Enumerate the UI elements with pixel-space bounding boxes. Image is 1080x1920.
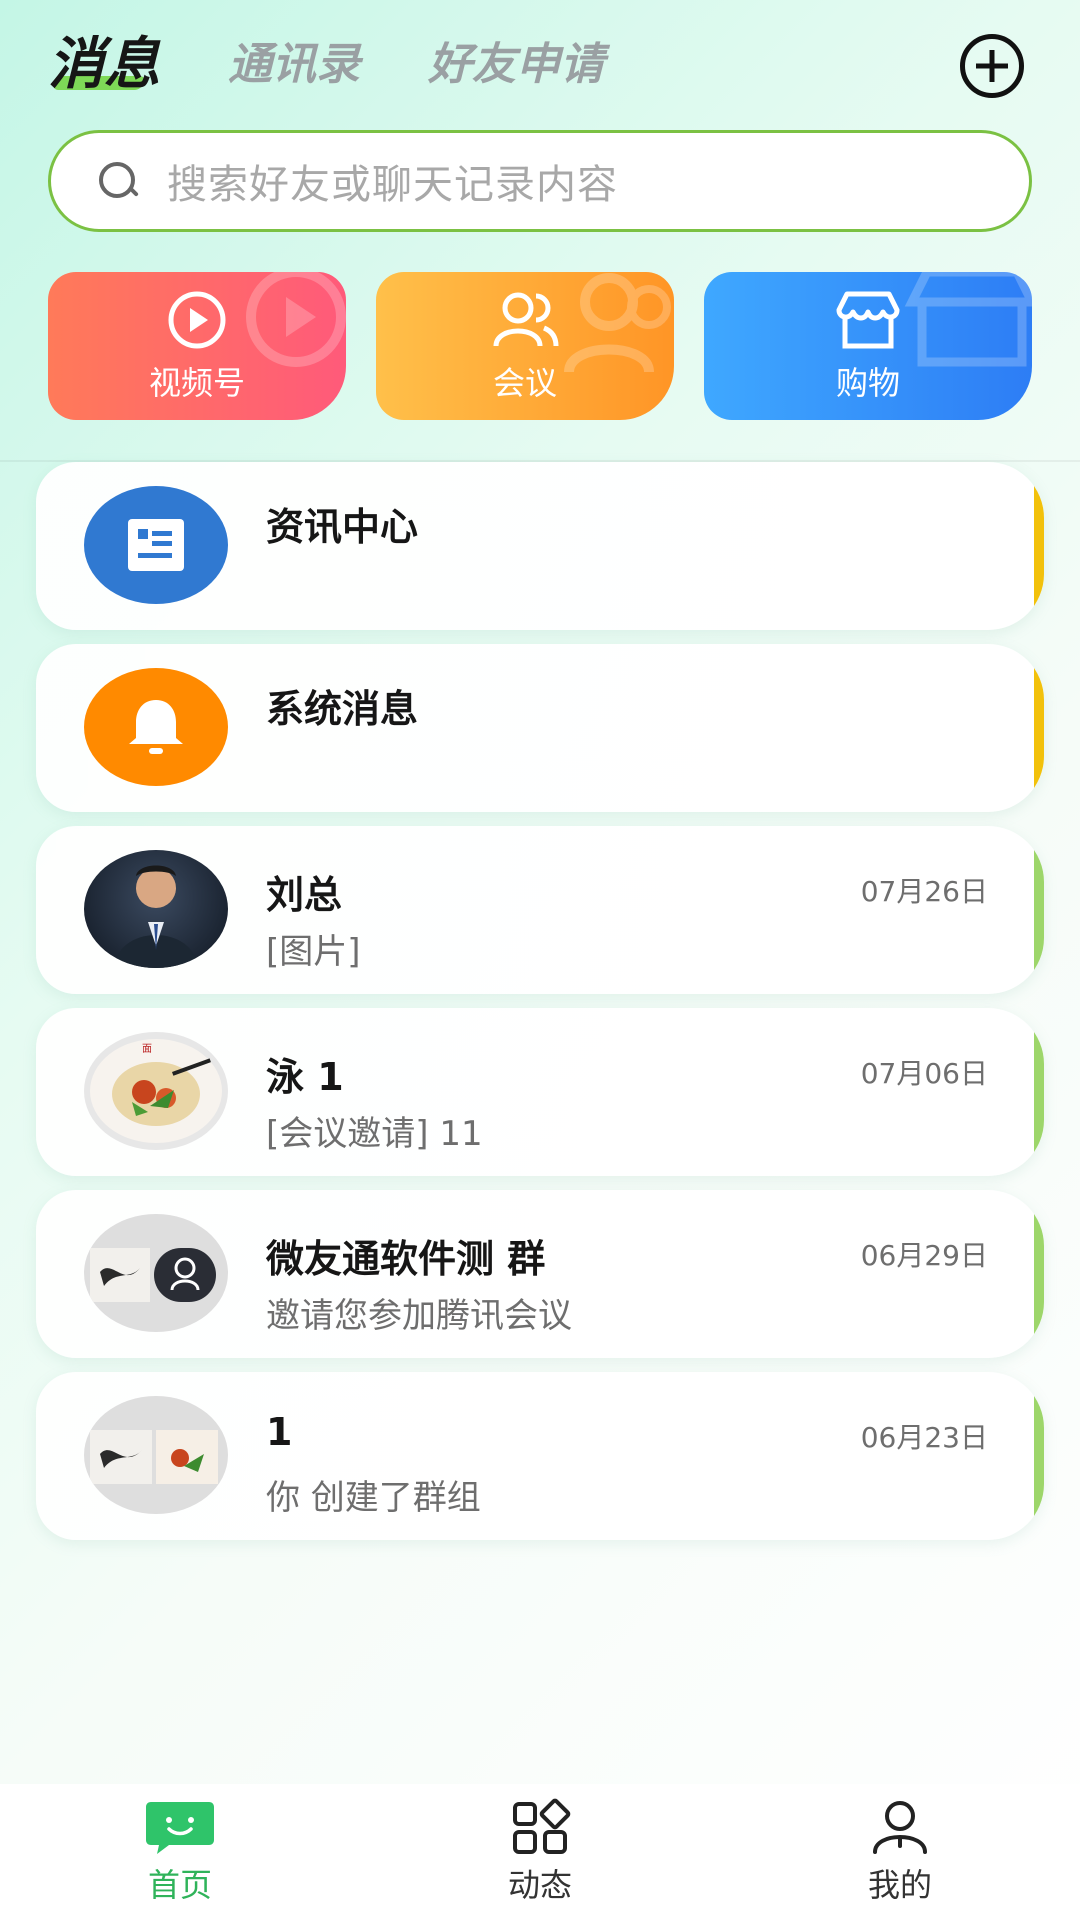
conversation-name: 系统消息 <box>266 687 419 731</box>
list-item[interactable]: 刘总 [图片] 07月26日 <box>36 826 1044 994</box>
search-bar[interactable]: 搜索好友或聊天记录内容 <box>48 130 1032 232</box>
conversation-name: 微友通软件测 群 <box>266 1237 546 1281</box>
list-item[interactable]: 面 泳 1 [会议邀请] 11 07月06日 <box>36 1008 1044 1176</box>
conversation-time: 06月23日 <box>860 1421 988 1454</box>
conversation-preview: 你 创建了群组 <box>266 1478 481 1518</box>
conversation-preview: [会议邀请] 11 <box>266 1114 483 1154</box>
svg-text:面: 面 <box>142 1044 152 1055</box>
bell-icon <box>84 668 228 786</box>
group-photo <box>84 1396 228 1514</box>
play-icon <box>168 291 226 349</box>
list-item[interactable]: 资讯中心 <box>36 462 1044 630</box>
nav-home[interactable]: 首页 <box>0 1784 360 1920</box>
list-item[interactable]: 微友通软件测 群 邀请您参加腾讯会议 06月29日 <box>36 1190 1044 1358</box>
video-channel-label: 视频号 <box>148 364 245 402</box>
tab-contacts[interactable]: 通讯录 <box>228 30 360 100</box>
header-tabs: 消息 通讯录 好友申请 <box>48 30 672 100</box>
conversation-time: 07月06日 <box>860 1057 988 1090</box>
nav-home-label: 首页 <box>147 1866 212 1904</box>
apps-icon <box>513 1798 571 1854</box>
conversation-list: 资讯中心 系统消息 刘总 [图片] 07月26日 面 泳 1 [会议邀请] 11… <box>36 462 1044 1554</box>
nav-profile-label: 我的 <box>867 1866 932 1904</box>
tab-messages[interactable]: 消息 <box>48 30 160 100</box>
conversation-name: 刘总 <box>266 873 343 917</box>
users-icon <box>493 292 559 347</box>
shopping-button[interactable]: 购物 <box>704 272 1032 420</box>
bottom-nav: 首页 动态 我的 <box>0 1784 1080 1920</box>
conversation-name: 1 <box>266 1410 293 1454</box>
conversation-name: 泳 1 <box>266 1055 344 1099</box>
nav-profile[interactable]: 我的 <box>720 1784 1080 1920</box>
meeting-label: 会议 <box>492 364 557 402</box>
person-photo <box>84 850 228 968</box>
nav-feed[interactable]: 动态 <box>360 1784 720 1920</box>
chat-icon <box>146 1802 214 1854</box>
store-icon <box>836 291 900 349</box>
conversation-time: 07月26日 <box>860 875 988 908</box>
search-icon <box>99 162 137 200</box>
list-item[interactable]: 系统消息 <box>36 644 1044 812</box>
conversation-time: 06月29日 <box>860 1239 988 1272</box>
conversation-name: 资讯中心 <box>266 505 419 549</box>
conversation-preview: [图片] <box>266 932 361 972</box>
user-icon <box>873 1801 927 1854</box>
store-icon-deco <box>904 272 1032 367</box>
nav-feed-label: 动态 <box>507 1866 572 1904</box>
list-item[interactable]: 1 你 创建了群组 06月23日 <box>36 1372 1044 1540</box>
food-photo: 面 <box>84 1032 228 1150</box>
meeting-button[interactable]: 会议 <box>376 272 674 420</box>
search-input[interactable]: 搜索好友或聊天记录内容 <box>167 152 618 210</box>
video-channel-button[interactable]: 视频号 <box>48 272 346 420</box>
play-icon-deco <box>246 272 346 367</box>
shopping-label: 购物 <box>835 364 900 402</box>
users-icon-deco <box>564 273 671 374</box>
group-photo <box>84 1214 228 1332</box>
add-button[interactable] <box>960 34 1024 98</box>
news-icon <box>84 486 228 604</box>
tab-friend-requests[interactable]: 好友申请 <box>428 30 604 100</box>
conversation-preview: 邀请您参加腾讯会议 <box>266 1296 572 1336</box>
